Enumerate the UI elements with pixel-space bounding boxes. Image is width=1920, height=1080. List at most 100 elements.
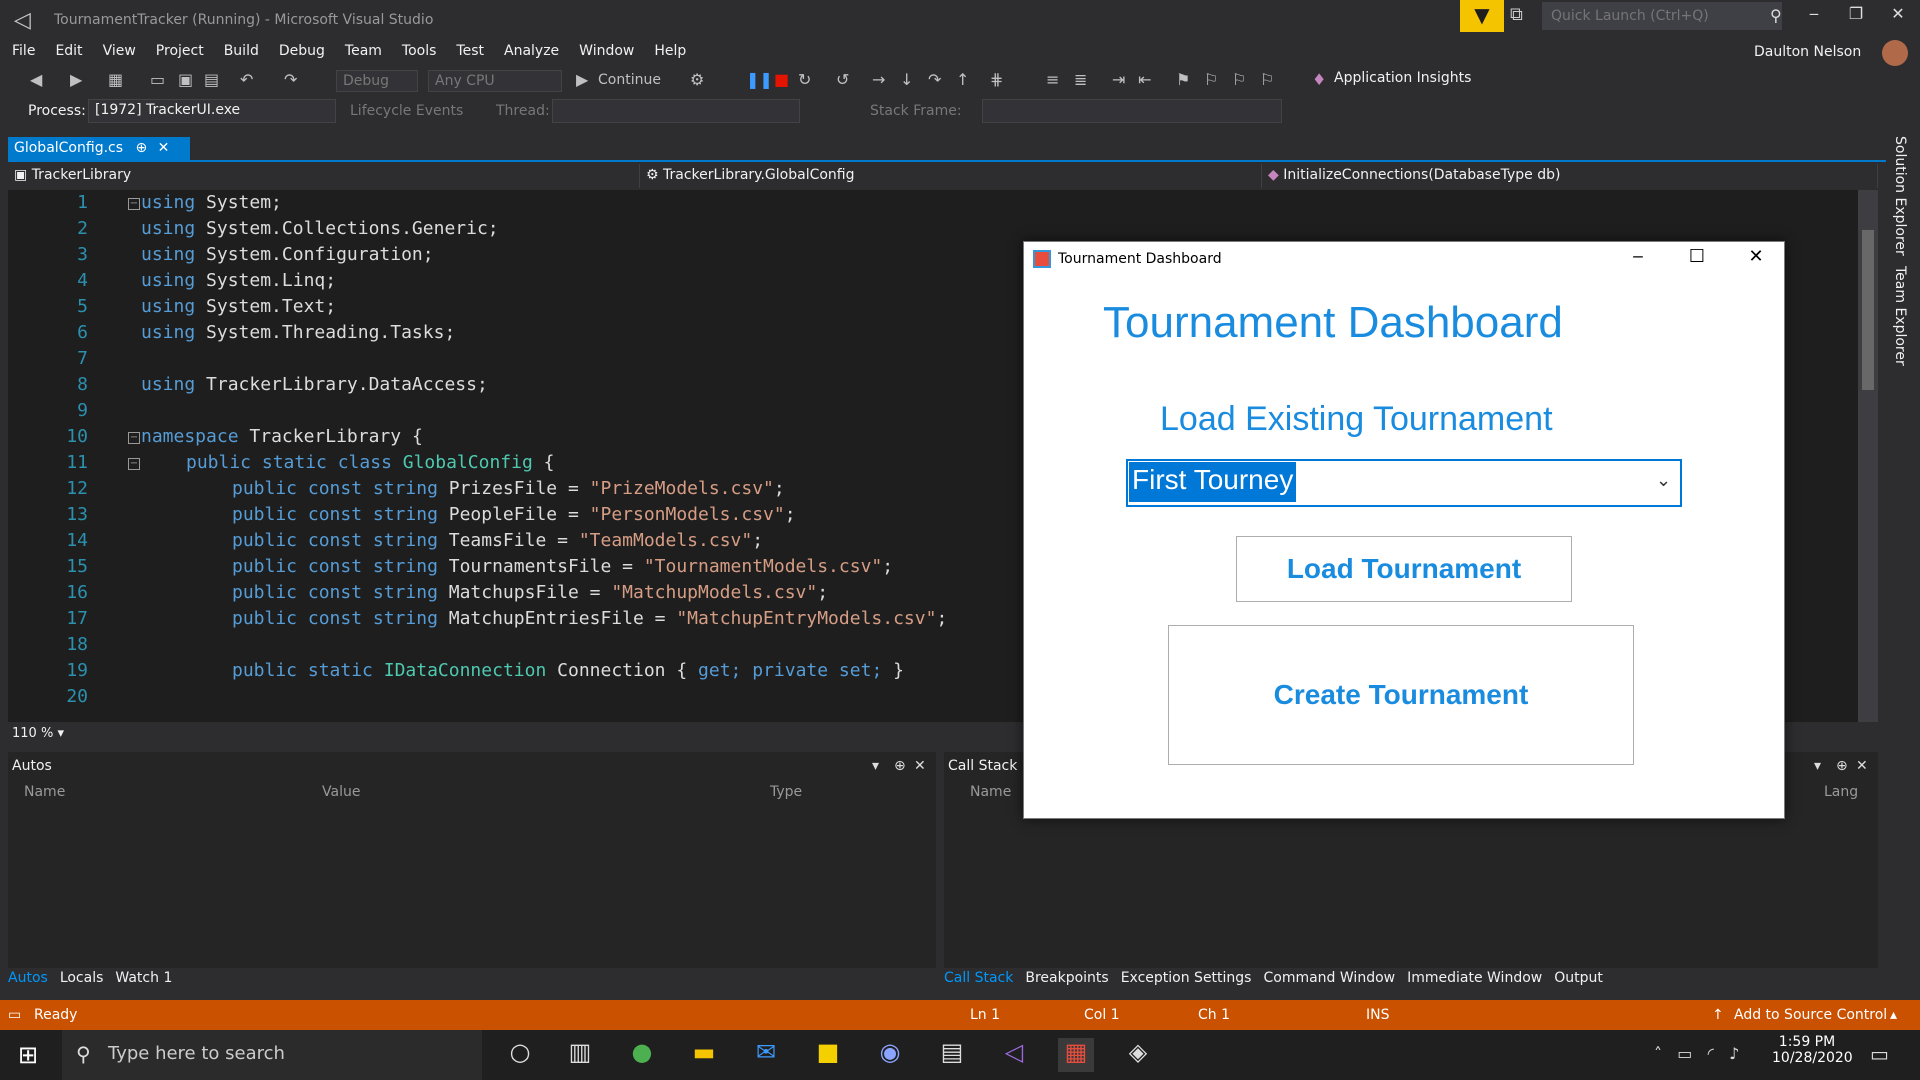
chevron-up-icon[interactable]: ▴ bbox=[1890, 1007, 1897, 1023]
column-header-name[interactable]: Name bbox=[970, 784, 1011, 800]
pin-icon[interactable]: ⊕ bbox=[1836, 758, 1848, 774]
menu-edit[interactable]: Edit bbox=[45, 41, 92, 61]
next-bookmark-icon[interactable]: ⚐ bbox=[1232, 70, 1246, 89]
chrome-icon[interactable]: ● bbox=[624, 1038, 660, 1072]
comment-icon[interactable]: ≡ bbox=[1046, 70, 1059, 89]
gimp-icon[interactable]: ◈ bbox=[1120, 1038, 1156, 1072]
indent-icon[interactable]: ⇥ bbox=[1112, 70, 1125, 89]
save-all-icon[interactable]: ▤ bbox=[204, 70, 219, 89]
menu-project[interactable]: Project bbox=[146, 41, 214, 61]
menu-analyze[interactable]: Analyze bbox=[494, 41, 569, 61]
show-next-statement-icon[interactable]: → bbox=[872, 70, 885, 89]
tab-locals[interactable]: Locals bbox=[60, 970, 104, 986]
visual-studio-taskbar-icon[interactable]: ◁ bbox=[996, 1038, 1032, 1072]
outdent-icon[interactable]: ⇤ bbox=[1138, 70, 1151, 89]
lifecycle-events-button[interactable]: Lifecycle Events bbox=[350, 103, 463, 119]
quick-launch-input[interactable] bbox=[1542, 2, 1782, 30]
tab-breakpoints[interactable]: Breakpoints bbox=[1025, 970, 1108, 986]
thread-select[interactable] bbox=[552, 99, 800, 123]
windows-start-icon[interactable]: ⊞ bbox=[18, 1041, 38, 1069]
restart-icon[interactable]: ↻ bbox=[798, 70, 811, 89]
menu-team[interactable]: Team bbox=[335, 41, 392, 61]
hot-reload-icon[interactable]: ↺ bbox=[836, 70, 849, 89]
continue-button[interactable]: Continue bbox=[598, 72, 661, 88]
process-select[interactable]: [1972] TrackerUI.exe bbox=[88, 99, 336, 123]
close-icon[interactable]: ✕ bbox=[1731, 246, 1781, 267]
tab-command-window[interactable]: Command Window bbox=[1263, 970, 1395, 986]
taskbar-search-input[interactable]: Type here to search bbox=[62, 1030, 482, 1080]
tab-exception-settings[interactable]: Exception Settings bbox=[1121, 970, 1252, 986]
feedback-icon[interactable]: ⧉ bbox=[1510, 4, 1523, 25]
tab-output[interactable]: Output bbox=[1554, 970, 1603, 986]
notifications-filter-icon[interactable]: ▼ bbox=[1460, 0, 1504, 32]
member-nav-select[interactable]: ◆ InitializeConnections(DatabaseType db) bbox=[1262, 164, 1878, 188]
column-header-type[interactable]: Type bbox=[770, 784, 802, 800]
stack-frame-select[interactable] bbox=[982, 99, 1282, 123]
tab-call-stack[interactable]: Call Stack bbox=[944, 970, 1013, 986]
menu-file[interactable]: File bbox=[0, 41, 45, 61]
menu-build[interactable]: Build bbox=[214, 41, 269, 61]
column-header-name[interactable]: Name bbox=[24, 784, 65, 800]
class-nav-select[interactable]: ⚙ TrackerLibrary.GlobalConfig bbox=[640, 164, 1262, 188]
pin-icon[interactable]: ⊕ bbox=[135, 140, 147, 156]
close-icon[interactable]: ✕ bbox=[1878, 4, 1918, 23]
task-view-icon[interactable]: ▥ bbox=[562, 1038, 598, 1072]
collapse-class-icon[interactable]: − bbox=[128, 458, 140, 470]
tab-autos[interactable]: Autos bbox=[8, 970, 48, 986]
open-icon[interactable]: ▭ bbox=[150, 70, 165, 89]
menu-test[interactable]: Test bbox=[446, 41, 494, 61]
selected-tournament[interactable]: First Tourney bbox=[1129, 462, 1297, 502]
tab-team-explorer[interactable]: Team Explorer bbox=[1892, 266, 1908, 366]
uncomment-icon[interactable]: ≣ bbox=[1074, 70, 1087, 89]
save-icon[interactable]: ▣ bbox=[178, 70, 193, 89]
avatar[interactable] bbox=[1882, 40, 1908, 66]
column-header-lang[interactable]: Lang bbox=[1824, 784, 1858, 800]
system-tray[interactable]: ˄ ▭ ◜ ♪ bbox=[1654, 1044, 1739, 1063]
restore-icon[interactable]: ❐ bbox=[1836, 4, 1876, 23]
step-over-icon[interactable]: ↷ bbox=[928, 70, 941, 89]
application-insights-button[interactable]: Application Insights bbox=[1334, 70, 1471, 86]
collapse-namespace-icon[interactable]: − bbox=[128, 432, 140, 444]
close-icon[interactable]: ✕ bbox=[1856, 758, 1868, 774]
panel-dropdown-icon[interactable]: ▾ bbox=[872, 758, 879, 774]
tracker-ui-taskbar-icon[interactable]: ▦ bbox=[1058, 1038, 1094, 1072]
document-icon[interactable]: ▤ bbox=[934, 1038, 970, 1072]
tab-solution-explorer[interactable]: Solution Explorer bbox=[1892, 136, 1908, 256]
pin-icon[interactable]: ⊕ bbox=[894, 758, 906, 774]
back-icon[interactable]: ◀ bbox=[30, 70, 42, 89]
prev-bookmark-icon[interactable]: ⚐ bbox=[1204, 70, 1218, 89]
configuration-select[interactable]: Debug bbox=[336, 70, 418, 92]
redo-icon[interactable]: ↷ bbox=[284, 70, 297, 89]
maximize-icon[interactable]: ☐ bbox=[1672, 246, 1722, 267]
close-icon[interactable]: ✕ bbox=[914, 758, 926, 774]
file-explorer-icon[interactable]: ▬ bbox=[686, 1038, 722, 1072]
minimize-icon[interactable]: ‒ bbox=[1794, 4, 1834, 23]
close-tab-icon[interactable]: ✕ bbox=[158, 140, 170, 156]
search-icon[interactable]: ⚲ bbox=[1770, 6, 1782, 25]
collapse-usings-icon[interactable]: − bbox=[128, 198, 140, 210]
platform-select[interactable]: Any CPU bbox=[428, 70, 562, 92]
menu-debug[interactable]: Debug bbox=[269, 41, 335, 61]
menu-window[interactable]: Window bbox=[569, 41, 644, 61]
tab-immediate-window[interactable]: Immediate Window bbox=[1407, 970, 1542, 986]
menu-tools[interactable]: Tools bbox=[392, 41, 447, 61]
editor-scrollbar-thumb[interactable] bbox=[1862, 230, 1874, 390]
panel-dropdown-icon[interactable]: ▾ bbox=[1814, 758, 1821, 774]
stop-icon[interactable]: ■ bbox=[774, 70, 789, 89]
hex-display-icon[interactable]: ⋕ bbox=[990, 70, 1003, 89]
app-icon[interactable]: ◉ bbox=[872, 1038, 908, 1072]
create-tournament-button[interactable]: Create Tournament bbox=[1168, 625, 1634, 765]
cortana-icon[interactable]: ○ bbox=[502, 1038, 538, 1072]
forward-icon[interactable]: ▶ bbox=[70, 70, 82, 89]
notification-icon[interactable]: ▭ bbox=[1870, 1042, 1889, 1066]
new-project-icon[interactable]: ▦ bbox=[108, 70, 123, 89]
column-header-value[interactable]: Value bbox=[322, 784, 360, 800]
step-out-icon[interactable]: ↑ bbox=[956, 70, 969, 89]
pause-icon[interactable]: ❚❚ bbox=[746, 70, 773, 89]
load-tournament-button[interactable]: Load Tournament bbox=[1236, 536, 1572, 602]
minimize-icon[interactable]: ‒ bbox=[1613, 246, 1663, 267]
sticky-notes-icon[interactable]: ■ bbox=[810, 1038, 846, 1072]
attach-icon[interactable]: ⚙ bbox=[690, 70, 704, 89]
project-nav-select[interactable]: ▣ TrackerLibrary bbox=[8, 164, 640, 188]
undo-icon[interactable]: ↶ bbox=[240, 70, 253, 89]
